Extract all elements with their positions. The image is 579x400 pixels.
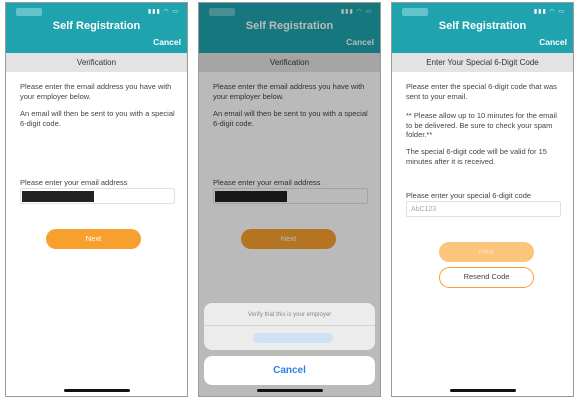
home-indicator — [63, 389, 130, 392]
header-bar: ▮▮▮ ◠ ▭ Self Registration Cancel — [392, 3, 573, 53]
sheet-divider — [204, 325, 375, 326]
next-button[interactable]: Next — [46, 229, 141, 249]
page-title: Self Registration — [52, 20, 141, 32]
info-text: An email will then be sent to you with a… — [20, 109, 175, 128]
code-input[interactable]: AbC123 — [406, 201, 561, 217]
cancel-button[interactable]: Cancel — [153, 37, 181, 47]
status-time — [16, 8, 42, 16]
page-title: Self Registration — [438, 20, 527, 32]
spam-notice-text: ** Please allow up to 10 minutes for the… — [406, 111, 557, 139]
instruction-text: Please enter the special 6-digit code th… — [406, 82, 557, 101]
home-indicator — [449, 389, 516, 392]
status-icons: ▮▮▮ ◠ ▭ — [147, 9, 179, 15]
validity-text: The special 6-digit code will be valid f… — [406, 147, 547, 166]
status-time — [402, 8, 428, 16]
section-header: Verification — [6, 53, 187, 72]
status-bar: ▮▮▮ ◠ ▭ — [402, 8, 565, 16]
phone-screen-2: ▮▮▮ ◠ ▭ Self Registration Cancel Verific… — [198, 2, 381, 397]
sheet-cancel-button[interactable]: Cancel — [204, 356, 375, 385]
email-input[interactable] — [20, 188, 175, 204]
instruction-text: Please enter the email address you have … — [20, 82, 172, 101]
employer-option-blurred[interactable] — [253, 333, 333, 343]
email-field-label: Please enter your email address — [20, 178, 128, 187]
status-bar: ▮▮▮ ◠ ▭ — [16, 8, 179, 16]
status-icons: ▮▮▮ ◠ ▭ — [533, 9, 565, 15]
cancel-button[interactable]: Cancel — [539, 37, 567, 47]
resend-code-button[interactable]: Resend Code — [439, 267, 534, 288]
phone-screen-1: ▮▮▮ ◠ ▭ Self Registration Cancel Verific… — [5, 2, 188, 397]
redacted-email-value — [22, 191, 94, 202]
header-bar: ▮▮▮ ◠ ▭ Self Registration Cancel — [6, 3, 187, 53]
home-indicator — [256, 389, 323, 392]
sheet-title: Verify that this is your employer — [247, 312, 332, 318]
employer-verify-sheet: Verify that this is your employer — [204, 303, 375, 350]
next-button[interactable]: Next — [439, 242, 534, 262]
phone-screen-3: ▮▮▮ ◠ ▭ Self Registration Cancel Enter Y… — [391, 2, 574, 397]
section-header: Enter Your Special 6-Digit Code — [392, 53, 573, 72]
code-field-label: Please enter your special 6-digit code — [406, 191, 532, 200]
